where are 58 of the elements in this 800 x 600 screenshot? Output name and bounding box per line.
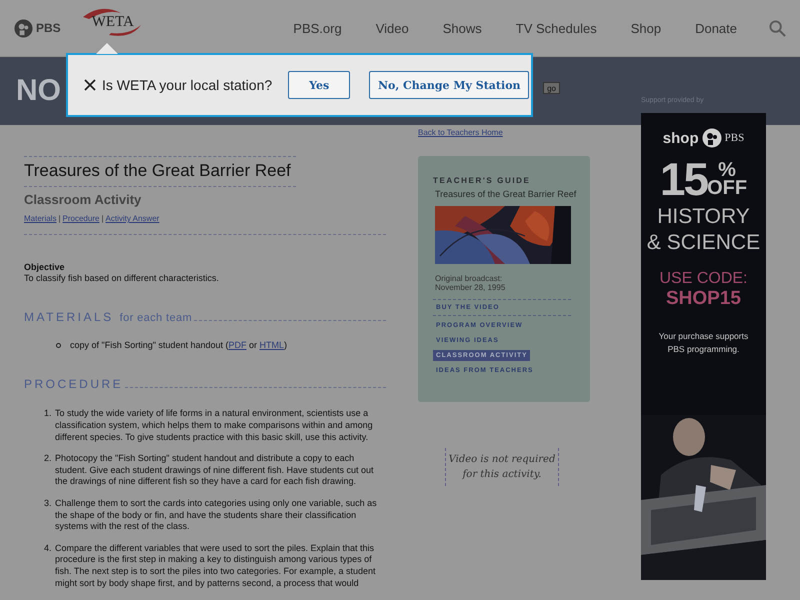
anchor-link[interactable]: Procedure <box>62 214 100 223</box>
ad-headline: HISTORY <box>657 204 750 230</box>
pbs-logo-text: PBS <box>724 132 744 144</box>
broadcast-date: November 28, 1995 <box>435 283 506 292</box>
anchor-link[interactable]: Activity Answer <box>106 214 160 223</box>
shop-logo-text: shop <box>662 130 699 146</box>
station-question: Is WETA your local station? <box>102 77 272 93</box>
video-note: Video is not required for this activity. <box>445 448 559 486</box>
step-text: Challenge them to sort the cards into categories using only one variable, such as the shape of the body or fin, and have the students share their classification systems with the rest of the class. <box>55 498 378 534</box>
section-heading-note: for each team <box>120 312 192 324</box>
nav-link[interactable]: Shop <box>630 20 662 36</box>
promo-code: SHOP15 <box>666 288 741 310</box>
step-number: 1. <box>44 408 53 420</box>
link-separator: | <box>58 214 61 223</box>
material-item: copy of "Fish Sorting" student handout (PDF or HTML) <box>70 340 287 350</box>
guide-heading: TEACHER'S GUIDE <box>433 176 530 185</box>
ad-tagline: Your purchase supports PBS programming. <box>658 330 750 356</box>
nav-link[interactable]: Shows <box>442 20 482 36</box>
pbs-logo-text[interactable]: PBS <box>36 21 61 35</box>
objective-text: To classify fish based on different characteristics. <box>24 273 220 283</box>
bullet-icon <box>56 342 61 348</box>
yes-button[interactable]: Yes <box>288 71 350 99</box>
objective-label: Objective <box>24 262 66 272</box>
nova-logo-text[interactable]: NO <box>16 75 61 107</box>
station-logo-text[interactable]: WETA <box>92 14 134 31</box>
discount-number: 15 <box>660 154 708 204</box>
close-icon[interactable] <box>84 79 96 91</box>
nav-link[interactable]: TV Schedules <box>516 20 597 36</box>
download-link[interactable]: PDF <box>228 340 246 350</box>
go-button[interactable]: go <box>543 82 560 94</box>
ad-headline: & SCIENCE <box>646 230 760 256</box>
nav-link[interactable]: Donate <box>695 20 737 36</box>
swoosh-icon <box>80 7 143 37</box>
step-text: Compare the different variables that were used to sort the piles. Explain that this procedure is the first step in making a key to distinguish among various types of fish. The next step is to sort the piles into two categories. For example, a student might sort by body shape first, and by patterns second, a process that would <box>55 542 376 590</box>
step-text: Photocopy the "Fish Sorting" student handout and distribute a copy to each student. Give each student drawings of nine different fish. Have students cut out the drawings of nine different fish so they have a card for each fish drawing. <box>55 452 375 488</box>
search-icon[interactable] <box>769 20 786 36</box>
guide-title: Treasures of the Great Barrier Reef <box>435 189 576 199</box>
step-text: To study the wide variety of life forms in a natural environment, scientists use a classification system, which helps them to make comparisons within and among different species. To give students practice with this basic skill, use this activity. <box>55 408 374 444</box>
change-station-button[interactable]: No, Change My Station <box>369 71 530 99</box>
anchor-link[interactable]: Materials <box>24 214 56 223</box>
article-title: Treasures of the Great Barrier Reef <box>24 161 292 181</box>
code-label: USE CODE: <box>659 270 748 288</box>
step-number: 3. <box>44 498 53 510</box>
section-subtitle: Classroom Activity <box>24 192 142 207</box>
download-link[interactable]: HTML <box>260 340 284 350</box>
pbs-head-icon[interactable] <box>14 18 33 38</box>
pbs-head-icon <box>702 128 722 148</box>
nav-link[interactable]: PBS.org <box>293 20 342 36</box>
link-separator: | <box>101 214 104 223</box>
back-link[interactable]: Back to Teachers Home <box>418 128 503 137</box>
off-label: OFF <box>707 179 748 197</box>
section-heading: PROCEDURE <box>24 377 124 391</box>
percent-sign: % <box>718 161 736 179</box>
section-heading: MATERIALS <box>24 310 114 324</box>
broadcast-label: Original broadcast: <box>435 274 502 283</box>
step-number: 4. <box>44 542 53 555</box>
step-number: 2. <box>44 452 53 465</box>
nav-link[interactable]: Video <box>376 20 409 36</box>
